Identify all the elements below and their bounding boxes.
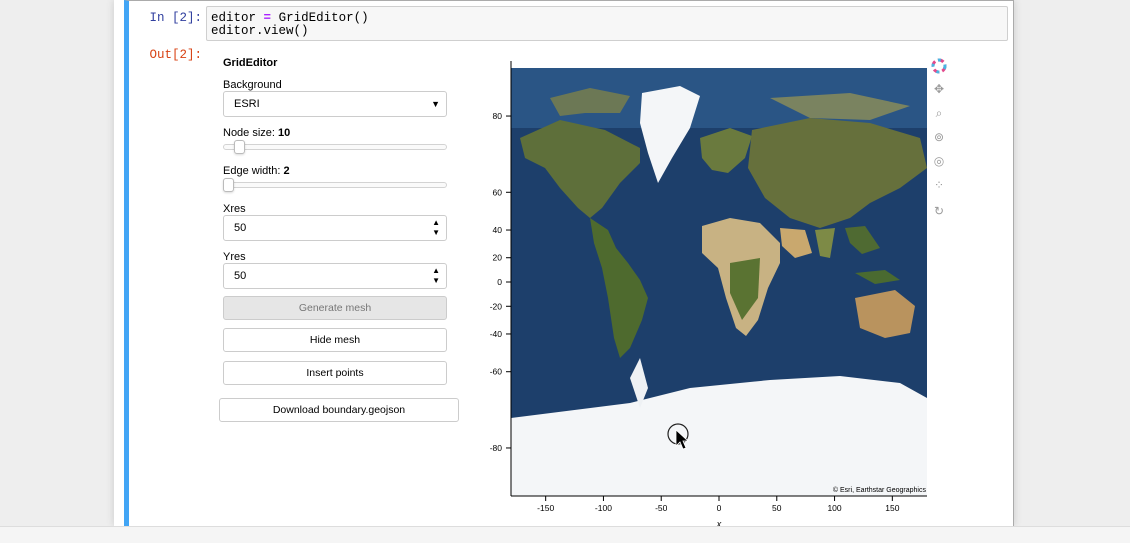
y-tick-label: 80 xyxy=(493,111,503,121)
panel-title: GridEditor xyxy=(223,57,278,69)
x-tick-label: -100 xyxy=(595,503,612,513)
reset-icon[interactable]: ↻ xyxy=(930,204,948,222)
box-zoom-icon[interactable]: ⌕ xyxy=(930,106,948,124)
y-tick-label: 0 xyxy=(497,277,502,287)
map-plot[interactable]: 80 60 40 20 0 -20 -40 -60 -80 -150 -100 -50 0 50 100 1… xyxy=(476,58,930,529)
code-line-2: editor.view() xyxy=(211,24,309,38)
code-token: GridEditor() xyxy=(278,11,369,25)
x-tick-label: 50 xyxy=(772,503,782,513)
xres-label: Xres xyxy=(223,203,246,215)
code-line-1: editor = GridEditor() xyxy=(211,12,1003,25)
stepper-arrows-icon[interactable]: ▲ ▼ xyxy=(432,218,440,238)
code-operator: = xyxy=(263,11,272,25)
chevron-down-icon: ▼ xyxy=(431,99,440,109)
x-axis-ticks: -150 -100 -50 0 50 100 150 xyxy=(537,496,900,513)
pan-icon[interactable]: ✥ xyxy=(930,82,948,100)
insert-points-button[interactable]: Insert points xyxy=(223,361,447,385)
x-tick-label: -150 xyxy=(537,503,554,513)
hide-mesh-button[interactable]: Hide mesh xyxy=(223,328,447,352)
edge-width-label-text: Edge width: xyxy=(223,165,284,177)
x-tick-label: 100 xyxy=(827,503,841,513)
x-tick-label: 0 xyxy=(717,503,722,513)
y-tick-label: 20 xyxy=(493,253,503,263)
code-editor[interactable]: editor = GridEditor() editor.view() xyxy=(206,6,1008,41)
background-select-value: ESRI xyxy=(234,98,260,110)
code-token: editor xyxy=(211,11,257,25)
node-size-label-text: Node size: xyxy=(223,127,279,139)
y-tick-label: 40 xyxy=(493,225,503,235)
background-label: Background xyxy=(223,79,282,91)
edge-width-label: Edge width: 2 xyxy=(223,165,290,177)
lasso-icon[interactable]: ◎ xyxy=(930,154,948,172)
y-tick-label: -80 xyxy=(490,443,502,453)
node-size-value: 10 xyxy=(278,127,291,139)
map-svg[interactable]: 80 60 40 20 0 -20 -40 -60 -80 -150 -100 -50 0 50 100 1… xyxy=(476,58,930,529)
x-tick-label: -50 xyxy=(655,503,668,513)
download-button[interactable]: Download boundary.geojson xyxy=(219,398,459,422)
point-draw-icon[interactable]: ⁘ xyxy=(930,178,948,196)
in-prompt: In [2]: xyxy=(149,11,202,25)
yres-value: 50 xyxy=(234,270,247,282)
bottom-status-bar xyxy=(0,526,1130,543)
node-size-slider-handle[interactable] xyxy=(233,140,245,154)
y-tick-label: -60 xyxy=(490,367,502,377)
edge-width-slider-handle[interactable] xyxy=(223,178,234,192)
background-select[interactable]: ESRI ▼ xyxy=(223,91,447,117)
yres-input[interactable]: 50 ▲ ▼ xyxy=(223,263,447,289)
map-imagery xyxy=(511,68,927,496)
yres-label: Yres xyxy=(223,251,246,263)
wheel-zoom-icon[interactable]: ⊚ xyxy=(930,130,948,148)
x-tick-label: 150 xyxy=(885,503,899,513)
node-size-slider[interactable] xyxy=(223,144,447,150)
attribution-text: © Esri, Earthstar Geographics xyxy=(833,486,927,494)
y-tick-label: 60 xyxy=(493,187,503,197)
xres-input[interactable]: 50 ▲ ▼ xyxy=(223,215,447,241)
y-axis-ticks: 80 60 40 20 0 -20 -40 -60 -80 xyxy=(490,111,511,453)
out-prompt: Out[2]: xyxy=(149,48,202,62)
stepper-arrows-icon[interactable]: ▲ ▼ xyxy=(432,266,440,286)
y-tick-label: -40 xyxy=(490,329,502,339)
node-size-label: Node size: 10 xyxy=(223,127,290,139)
bokeh-logo-icon[interactable] xyxy=(930,58,948,76)
y-tick-label: -20 xyxy=(490,301,502,311)
edge-width-value: 2 xyxy=(283,165,290,177)
edge-width-slider[interactable] xyxy=(223,182,447,188)
generate-mesh-button[interactable]: Generate mesh xyxy=(223,296,447,320)
xres-value: 50 xyxy=(234,222,247,234)
